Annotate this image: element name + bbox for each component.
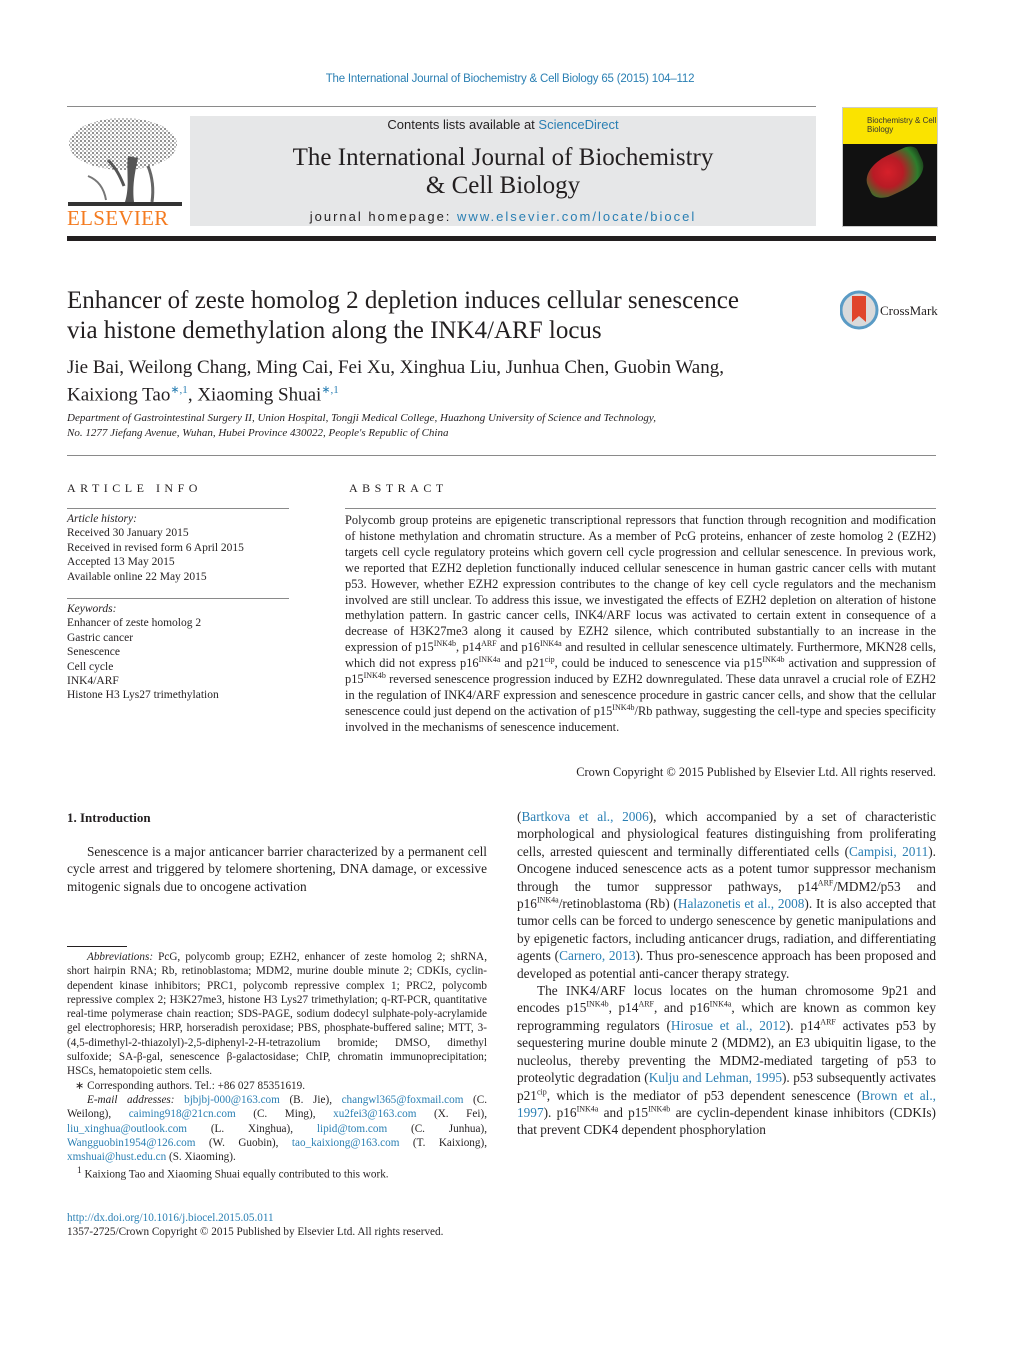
abbreviations-footnote: Abbreviations: PcG, polycomb group; EZH2… — [67, 951, 487, 1078]
footnotes: Abbreviations: PcG, polycomb group; EZH2… — [67, 950, 487, 1182]
article-title-line: via histone demethylation along the INK4… — [67, 317, 602, 344]
sciencedirect-link[interactable]: ScienceDirect — [538, 117, 618, 132]
homepage-link[interactable]: www.elsevier.com/locate/biocel — [457, 209, 696, 224]
corresponding-footnote: ∗ Corresponding authors. Tel.: +86 027 8… — [75, 1079, 306, 1092]
author-footnote-mark[interactable]: ∗,1 — [170, 384, 187, 396]
author-footnote-mark[interactable]: ∗,1 — [321, 384, 338, 396]
abstract-rule — [345, 508, 936, 509]
doi-link-text[interactable]: http://dx.doi.org/10.1016/j.biocel.2015.… — [67, 1212, 274, 1224]
contents-prefix: Contents lists available at — [387, 117, 539, 132]
email-link[interactable]: changwl365@foxmail.com — [342, 1094, 464, 1106]
elsevier-wordmark[interactable]: ELSEVIER — [67, 206, 187, 231]
right-column-text: (Bartkova et al., 2006), which accompani… — [517, 808, 936, 1139]
citation-link[interactable]: Carnero, 2013 — [559, 948, 635, 963]
author-name[interactable]: Kaixiong Tao — [67, 384, 170, 405]
email-link[interactable]: xmshuai@hust.edu.cn — [67, 1151, 166, 1163]
article-title-line: Enhancer of zeste homolog 2 depletion in… — [67, 287, 739, 314]
body-paragraph: (Bartkova et al., 2006), which accompani… — [517, 809, 936, 981]
keyword: Gastric cancer — [67, 631, 134, 644]
cover-image — [859, 143, 931, 203]
doi-link[interactable]: http://dx.doi.org/10.1016/j.biocel.2015.… — [67, 1212, 274, 1224]
contents-line: Contents lists available at ScienceDirec… — [190, 117, 816, 132]
email-link[interactable]: liu_xinghua@outlook.com — [67, 1123, 187, 1135]
email-link[interactable]: caiming918@21cn.com — [129, 1108, 236, 1120]
citation-link[interactable]: Bartkova et al., 2006 — [521, 809, 648, 824]
keyword: Cell cycle — [67, 660, 114, 673]
author-name[interactable]: Xiaoming Shuai — [197, 384, 321, 405]
journal-title-line: The International Journal of Biochemistr… — [292, 144, 714, 171]
citation-link[interactable]: Hirosue et al., 2012 — [671, 1018, 786, 1033]
section-heading-introduction: 1. Introduction — [67, 810, 151, 825]
citation-link[interactable]: Halazonetis et al., 2008 — [678, 896, 805, 911]
header-thick-rule — [67, 236, 936, 241]
citation-link[interactable]: Campisi, 2011 — [849, 844, 928, 859]
affiliation-line: No. 1277 Jiefang Avenue, Wuhan, Hubei Pr… — [67, 427, 449, 439]
keywords-label: Keywords: — [67, 603, 117, 615]
info-rule — [67, 598, 289, 599]
issn-copyright: 1357-2725/Crown Copyright © 2015 Publish… — [67, 1226, 444, 1238]
keyword: INK4/ARF — [67, 675, 119, 688]
article-history: Article history: Received 30 January 201… — [67, 512, 289, 584]
email-link[interactable]: Wangguobin1954@126.com — [67, 1137, 195, 1149]
email-link[interactable]: tao_kaixiong@163.com — [292, 1137, 400, 1149]
keyword: Histone H3 Lys27 trimethylation — [67, 689, 219, 702]
info-rule — [67, 508, 289, 509]
keywords: Keywords: Enhancer of zeste homolog 2 Ga… — [67, 602, 289, 703]
authors-line: Kaixiong Tao∗,1, Xiaoming Shuai∗,1 — [67, 384, 339, 406]
email-link[interactable]: xu2fei3@163.com — [333, 1108, 416, 1120]
homepage-line: journal homepage: www.elsevier.com/locat… — [190, 209, 816, 224]
email-link[interactable]: lipid@tom.com — [317, 1123, 387, 1135]
footnote-rule — [67, 946, 127, 947]
keyword: Senescence — [67, 646, 120, 659]
journal-title-line: & Cell Biology — [425, 172, 581, 199]
citation-link[interactable]: Kulju and Lehman, 1995 — [649, 1070, 782, 1085]
affiliation-line: Department of Gastrointestinal Surgery I… — [67, 412, 656, 424]
abstract-copyright: Crown Copyright © 2015 Published by Else… — [576, 765, 936, 779]
authors-line: Jie Bai, Weilong Chang, Ming Cai, Fei Xu… — [67, 357, 724, 378]
journal-cover-thumbnail[interactable]: Biochemistry & Cell Biology — [842, 107, 938, 227]
author-list: Jie Bai, Weilong Chang, Ming Cai, Fei Xu… — [67, 357, 827, 406]
journal-title: The International Journal of Biochemistr… — [190, 144, 816, 200]
abstract-body: Polycomb group proteins are epigenetic t… — [345, 513, 937, 734]
section-rule — [67, 455, 936, 456]
email-footnote: E-mail addresses: bjbjbj-000@163.com (B.… — [67, 1093, 488, 1164]
cover-title: Biochemistry & Cell Biology — [867, 116, 937, 134]
article-title: Enhancer of zeste homolog 2 depletion in… — [67, 286, 827, 346]
email-link[interactable]: bjbjbj-000@163.com — [184, 1094, 280, 1106]
article-info-heading: ARTICLE INFO — [67, 481, 202, 495]
crossmark-label[interactable]: CrossMark — [880, 303, 938, 319]
running-head[interactable]: The International Journal of Biochemistr… — [0, 73, 1020, 85]
keyword: Enhancer of zeste homolog 2 — [67, 617, 202, 630]
body-paragraph: The INK4/ARF locus locates on the human … — [517, 983, 936, 1138]
intro-paragraph: Senescence is a major anticancer barrier… — [67, 844, 487, 894]
history-item: Received in revised form 6 April 2015 — [67, 541, 244, 554]
header-rule — [67, 106, 816, 107]
history-item: Accepted 13 May 2015 — [67, 556, 175, 569]
history-item: Received 30 January 2015 — [67, 527, 189, 540]
history-label: Article history: — [67, 513, 137, 525]
history-item: Available online 22 May 2015 — [67, 570, 207, 583]
equal-contribution-footnote: 1 Kaixiong Tao and Xiaoming Shuai equall… — [77, 1166, 389, 1182]
abstract-heading: ABSTRACT — [349, 481, 448, 495]
homepage-prefix: journal homepage: — [309, 209, 458, 224]
affiliation: Department of Gastrointestinal Surgery I… — [67, 411, 827, 441]
elsevier-tree-logo-icon — [68, 118, 182, 206]
